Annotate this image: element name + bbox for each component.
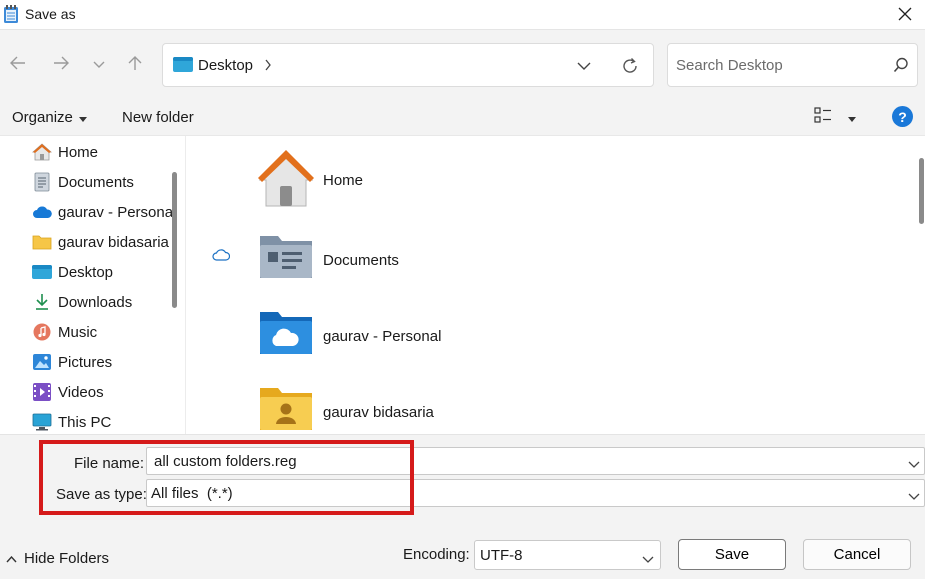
sidebar-item-label: gaurav bidasaria [58,233,169,251]
item-name: Home [323,172,364,189]
item-name: gaurav bidasaria [323,404,434,421]
sidebar-item-music[interactable]: Music [32,319,172,345]
sidebar-scrollbar[interactable] [172,172,177,308]
sidebar-item-this-pc[interactable]: This PC [32,409,172,434]
sidebar-item-videos[interactable]: Videos [32,379,172,405]
documents-icon [32,172,52,192]
arrow-left-icon [10,56,26,73]
sidebar-item-desktop[interactable]: Desktop [32,259,172,285]
cancel-button[interactable]: Cancel [803,539,911,570]
sidebar-item-user-folder[interactable]: gaurav bidasaria [32,229,172,255]
home-icon [256,148,316,212]
close-button[interactable] [885,0,925,30]
forward-button[interactable] [47,50,75,78]
list-item[interactable]: gaurav - Personal [256,304,556,374]
back-button[interactable] [4,50,32,78]
pictures-icon [32,352,52,372]
home-icon [32,142,52,162]
refresh-icon [623,58,637,73]
sidebar-item-label: Desktop [58,263,114,281]
computer-icon [32,412,52,432]
sidebar-item-pictures[interactable]: Pictures [32,349,172,375]
chevron-down-icon[interactable] [908,488,920,504]
chevron-down-icon [577,62,591,70]
sidebar-item-label: This PC [58,413,112,431]
up-button[interactable] [121,50,149,78]
documents-folder-icon [256,228,316,292]
music-icon [32,322,52,342]
highlight-annotation-box [39,440,414,515]
onedrive-icon [32,202,52,222]
list-item[interactable]: gaurav bidasaria [256,380,556,434]
cloud-sync-status-icon [212,248,231,264]
caret-down-icon [78,109,87,126]
hide-folders-label: Hide Folders [24,550,110,567]
sidebar-item-label: gaurav - Personal [58,203,172,221]
recent-locations-button[interactable] [85,50,113,78]
view-layout-icon[interactable] [814,107,832,126]
save-button[interactable]: Save [678,539,786,570]
file-list: Home Documents gaurav - Personal gaurav … [185,136,925,434]
desktop-icon [173,56,193,76]
address-bar[interactable]: Desktop [162,43,654,87]
close-icon [898,7,912,24]
address-dropdown-button[interactable] [573,56,595,76]
refresh-button[interactable] [619,55,641,77]
breadcrumb-desktop[interactable]: Desktop [198,57,253,74]
sidebar-item-label: Music [58,323,98,341]
sidebar-item-documents[interactable]: Documents [32,169,172,195]
onedrive-folder-icon [256,304,316,368]
chevron-right-icon[interactable] [264,58,272,74]
sidebar-item-label: Documents [58,173,134,191]
user-folder-icon [256,380,316,434]
encoding-label: Encoding: [403,546,470,563]
window-title: Save as [25,6,76,22]
list-item[interactable]: Home [256,148,556,218]
organize-label: Organize [12,109,73,126]
content-scrollbar[interactable] [919,158,924,224]
sidebar-item-label: Downloads [58,293,133,311]
caret-down-icon[interactable] [848,109,856,125]
caret-up-icon [6,550,17,567]
item-name: gaurav - Personal [323,328,442,345]
search-box[interactable] [667,43,918,87]
title-bar: Save as [0,0,925,30]
navigation-bar: Desktop [0,30,925,98]
arrow-up-icon [128,55,142,74]
sidebar-item-label: Home [58,143,99,161]
search-input[interactable] [676,54,876,76]
notepad-icon [3,5,19,27]
command-bar: Organize New folder ? [0,98,925,136]
sidebar-item-onedrive[interactable]: gaurav - Personal [32,199,172,225]
navigation-pane: Home Documents gaurav - Personal gaurav … [0,136,185,434]
encoding-value: UTF-8 [480,547,523,564]
item-name: Documents [323,252,399,269]
chevron-down-icon [93,56,105,72]
chevron-down-icon [642,551,654,567]
sidebar-item-label: Videos [58,383,104,401]
download-icon [32,292,52,312]
videos-icon [32,382,52,402]
organize-menu-button[interactable]: Organize [12,109,87,126]
list-item[interactable]: Documents [256,228,556,298]
dialog-footer: Hide Folders Encoding: UTF-8 Save Cancel [0,516,925,579]
chevron-down-icon[interactable] [908,456,920,472]
arrow-right-icon [53,56,69,73]
sidebar-item-label: Pictures [58,353,113,371]
user-folder-icon [32,232,52,252]
new-folder-button[interactable]: New folder [122,109,194,126]
desktop-icon [32,262,52,282]
view-options[interactable] [814,107,856,126]
sidebar-item-home[interactable]: Home [32,139,172,165]
hide-folders-button[interactable]: Hide Folders [6,550,109,567]
encoding-select[interactable]: UTF-8 [474,540,661,570]
search-icon[interactable] [893,57,909,76]
sidebar-item-downloads[interactable]: Downloads [32,289,172,315]
help-button[interactable]: ? [892,106,913,127]
